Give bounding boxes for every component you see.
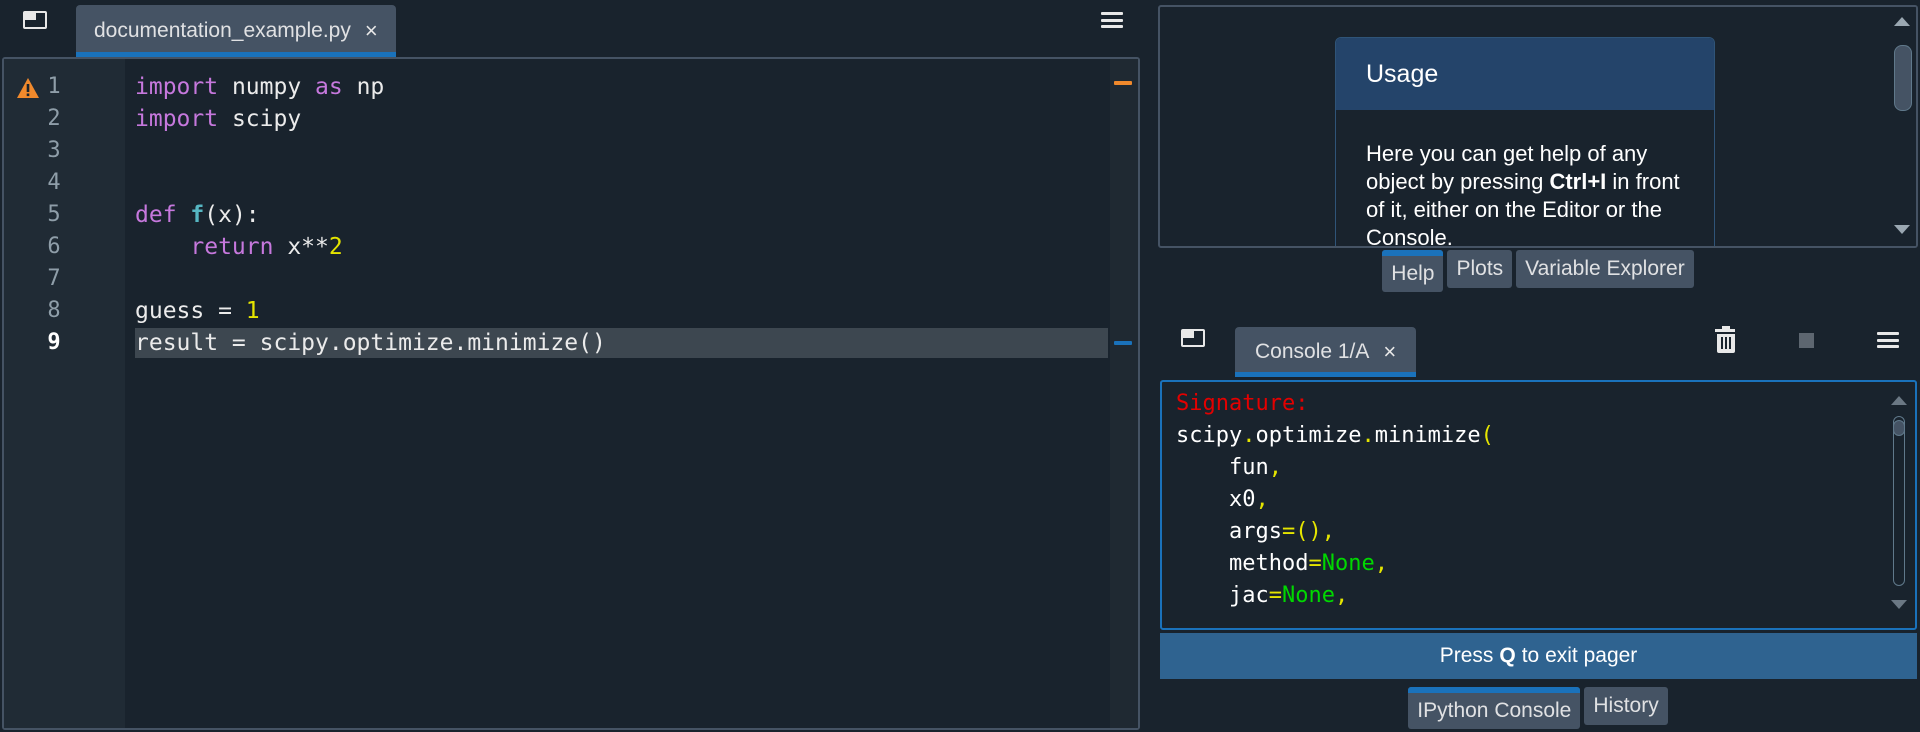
tab-help[interactable]: Help bbox=[1382, 250, 1444, 292]
line-number-gutter: 1 2 3 4 5 6 7 8 9 bbox=[4, 59, 125, 728]
param-jac: jac=None, bbox=[1228, 583, 1349, 608]
pager-status-bar: Press Qto exit pager bbox=[1160, 633, 1917, 679]
editor-options-menu-button[interactable] bbox=[1099, 9, 1125, 31]
help-pane: Usage Here you can get help of any objec… bbox=[1158, 0, 1920, 298]
warning-flag-marker[interactable] bbox=[1114, 81, 1132, 85]
console-output[interactable]: Signature: scipy.optimize.minimize( fun,… bbox=[1160, 380, 1917, 630]
scrollbar-thumb[interactable] bbox=[1893, 420, 1905, 436]
scroll-up-arrow-icon[interactable] bbox=[1891, 396, 1907, 405]
line-number-current: 9 bbox=[47, 330, 61, 355]
window-icon bbox=[23, 11, 47, 29]
shortcut-text: Ctrl+I bbox=[1549, 169, 1607, 194]
signature-call: scipy.optimize.minimize( bbox=[1176, 423, 1494, 448]
line-number: 4 bbox=[47, 170, 61, 195]
current-line-flag-marker[interactable] bbox=[1114, 341, 1132, 345]
tab-console-1a[interactable]: Console 1/A × bbox=[1235, 327, 1417, 377]
code-line-6: return x**2 bbox=[190, 234, 343, 260]
pager-key: Q bbox=[1499, 644, 1516, 667]
line-number: 3 bbox=[47, 138, 61, 163]
tab-plots[interactable]: Plots bbox=[1447, 250, 1513, 288]
line-number: 1 bbox=[47, 74, 61, 99]
undock-editor-button[interactable] bbox=[21, 8, 49, 32]
code-line-8: guess = 1 bbox=[135, 298, 260, 324]
usage-text: Here you can get help of any object by p… bbox=[1366, 141, 1680, 248]
usage-title: Usage bbox=[1336, 38, 1714, 110]
code-line-1: import numpy as np bbox=[135, 74, 385, 100]
console-scrollbar[interactable] bbox=[1885, 382, 1913, 628]
scrollbar-thumb[interactable] bbox=[1894, 45, 1912, 111]
editor-scroll-flag-area[interactable] bbox=[1110, 59, 1138, 728]
tab-label: documentation_example.py bbox=[94, 19, 351, 42]
code-line-5: def f(x): bbox=[135, 202, 260, 228]
param-fun: fun, bbox=[1228, 455, 1282, 480]
code-text-area[interactable]: import numpy as np import scipy def f(x)… bbox=[125, 59, 1110, 728]
undock-console-button[interactable] bbox=[1179, 326, 1207, 350]
help-pane-tabs: Help Plots Variable Explorer bbox=[1158, 250, 1918, 292]
line-number: 7 bbox=[47, 266, 61, 291]
console-pane-tabs: IPython Console History bbox=[1158, 687, 1918, 729]
line-number: 8 bbox=[47, 298, 61, 323]
scroll-track[interactable] bbox=[1893, 416, 1905, 586]
tab-documentation-example[interactable]: documentation_example.py × bbox=[76, 5, 396, 57]
line-number: 6 bbox=[47, 234, 61, 259]
param-x0: x0, bbox=[1228, 487, 1269, 512]
signature-label: Signature: bbox=[1176, 391, 1309, 416]
tab-history[interactable]: History bbox=[1584, 687, 1668, 725]
editor-pane: documentation_example.py × 1 2 3 4 5 6 7… bbox=[0, 0, 1143, 732]
tab-ipython-console[interactable]: IPython Console bbox=[1408, 687, 1581, 729]
tab-variable-explorer[interactable]: Variable Explorer bbox=[1516, 250, 1694, 288]
trash-icon[interactable] bbox=[1714, 326, 1738, 354]
scroll-up-arrow-icon[interactable] bbox=[1894, 17, 1910, 26]
stop-square-icon[interactable] bbox=[1799, 333, 1814, 348]
horizontal-splitter[interactable] bbox=[1158, 298, 1920, 310]
line-number: 2 bbox=[47, 106, 61, 131]
console-pane: Console 1/A × Signature: scipy.optimize.… bbox=[1158, 310, 1920, 732]
line-number: 5 bbox=[47, 202, 61, 227]
vertical-splitter[interactable] bbox=[1143, 0, 1158, 732]
scroll-down-arrow-icon[interactable] bbox=[1894, 225, 1910, 234]
code-line-2: import scipy bbox=[135, 106, 302, 132]
window-icon bbox=[1181, 329, 1205, 347]
console-options-menu-button[interactable] bbox=[1875, 329, 1901, 351]
close-icon[interactable]: × bbox=[1383, 341, 1396, 363]
param-args: args=(), bbox=[1228, 519, 1335, 544]
tab-label: Console 1/A bbox=[1255, 340, 1370, 363]
code-editor[interactable]: 1 2 3 4 5 6 7 8 9 import numpy as np imp… bbox=[2, 57, 1140, 730]
usage-card: Usage Here you can get help of any objec… bbox=[1335, 37, 1715, 248]
hamburger-menu-icon bbox=[1101, 12, 1123, 15]
scroll-down-arrow-icon[interactable] bbox=[1891, 600, 1907, 609]
param-method: method=None, bbox=[1228, 551, 1388, 576]
code-line-9: result = scipy.optimize.minimize() bbox=[135, 330, 606, 356]
close-icon[interactable]: × bbox=[365, 20, 378, 42]
help-viewer[interactable]: Usage Here you can get help of any objec… bbox=[1158, 5, 1918, 248]
hamburger-menu-icon bbox=[1877, 332, 1899, 335]
help-scrollbar[interactable] bbox=[1888, 7, 1916, 246]
